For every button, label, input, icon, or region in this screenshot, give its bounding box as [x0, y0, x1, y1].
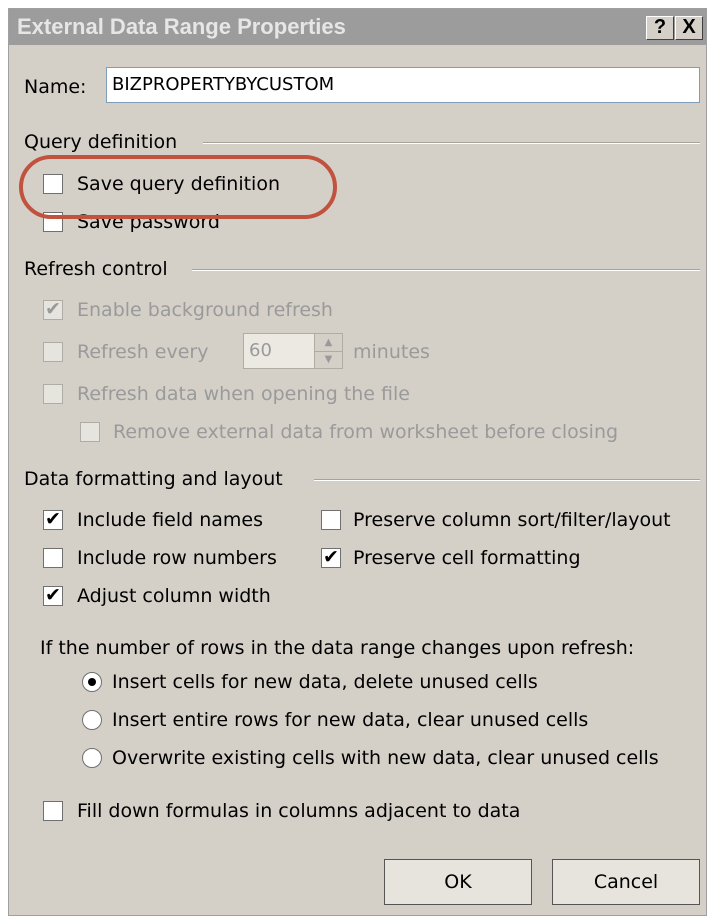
name-input[interactable]: BIZPROPERTYBYCUSTOM: [106, 67, 700, 103]
refresh-control-group-label: Refresh control: [24, 258, 168, 280]
enable-background-refresh-label: Enable background refresh: [77, 299, 333, 321]
check-mark-icon: ✔: [323, 546, 339, 568]
minutes-label: minutes: [353, 341, 430, 363]
annotation-highlight-ellipse: [19, 155, 337, 219]
dialog-title: External Data Range Properties: [17, 14, 346, 39]
refresh-minutes-spinner[interactable]: ▲ ▼: [314, 333, 343, 369]
remove-external-data-checkbox[interactable]: [80, 422, 100, 442]
insert-rows-label: Insert entire rows for new data, clear u…: [112, 709, 589, 731]
include-row-numbers-checkbox[interactable]: [43, 548, 63, 568]
radio-selected-dot: [88, 678, 96, 686]
insert-cells-label: Insert cells for new data, delete unused…: [112, 671, 538, 693]
spin-down-icon[interactable]: ▼: [315, 351, 342, 368]
data-formatting-group-label: Data formatting and layout: [24, 468, 283, 490]
cancel-button[interactable]: Cancel: [552, 859, 700, 905]
check-mark-icon: ✔: [45, 508, 61, 530]
preserve-cell-formatting-checkbox[interactable]: ✔: [321, 546, 341, 568]
preserve-cell-formatting-label: Preserve cell formatting: [353, 547, 581, 569]
include-row-numbers-label: Include row numbers: [77, 547, 277, 569]
check-mark-icon: ✔: [45, 298, 61, 320]
adjust-column-width-label: Adjust column width: [77, 585, 271, 607]
insert-cells-radio[interactable]: [82, 672, 102, 692]
overwrite-cells-radio[interactable]: [82, 748, 102, 768]
data-formatting-divider: [314, 479, 700, 481]
query-definition-divider: [203, 142, 700, 144]
refresh-minutes-value: 60: [249, 340, 272, 361]
refresh-minutes-input[interactable]: 60: [243, 333, 316, 369]
close-button[interactable]: X: [675, 16, 703, 40]
fill-down-formulas-label: Fill down formulas in columns adjacent t…: [77, 800, 521, 822]
fill-down-formulas-checkbox[interactable]: [43, 801, 63, 821]
insert-rows-radio[interactable]: [82, 710, 102, 730]
help-button[interactable]: ?: [646, 16, 674, 40]
refresh-control-divider: [192, 269, 700, 271]
title-bar[interactable]: External Data Range Properties ? X: [9, 9, 706, 45]
overwrite-cells-label: Overwrite existing cells with new data, …: [112, 747, 659, 769]
remove-external-data-label: Remove external data from worksheet befo…: [113, 421, 619, 443]
include-field-names-label: Include field names: [77, 509, 264, 531]
preserve-column-sort-checkbox[interactable]: [321, 510, 341, 530]
rows-change-prompt: If the number of rows in the data range …: [40, 637, 635, 659]
include-field-names-checkbox[interactable]: ✔: [43, 508, 63, 530]
enable-background-refresh-checkbox[interactable]: ✔: [43, 298, 63, 320]
spin-up-icon[interactable]: ▲: [315, 334, 342, 352]
adjust-column-width-checkbox[interactable]: ✔: [43, 584, 63, 606]
external-data-range-properties-dialog: External Data Range Properties ? X Name:…: [8, 8, 707, 916]
check-mark-icon: ✔: [45, 584, 61, 606]
refresh-every-checkbox[interactable]: [43, 342, 63, 362]
refresh-on-open-checkbox[interactable]: [43, 384, 63, 404]
query-definition-group-label: Query definition: [24, 131, 178, 153]
name-input-value: BIZPROPERTYBYCUSTOM: [112, 74, 335, 95]
ok-button[interactable]: OK: [384, 859, 532, 905]
preserve-column-sort-label: Preserve column sort/filter/layout: [353, 509, 671, 531]
refresh-every-label: Refresh every: [77, 341, 209, 363]
name-label: Name:: [24, 76, 87, 98]
refresh-on-open-label: Refresh data when opening the file: [77, 383, 410, 405]
